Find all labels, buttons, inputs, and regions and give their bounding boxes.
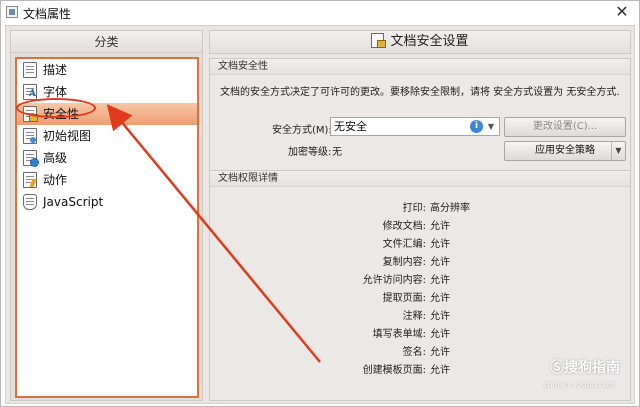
watermark-url: zhinan.sogou.com — [543, 380, 616, 389]
watermark-logo: Ⓢ搜狗指南 — [550, 360, 620, 376]
annotation-arrow — [106, 104, 321, 363]
